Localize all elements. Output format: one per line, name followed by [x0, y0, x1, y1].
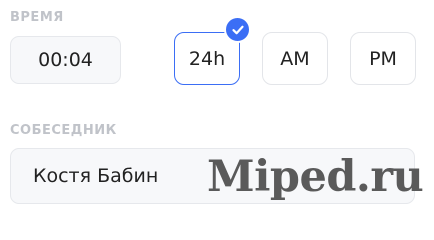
- format-pm-button[interactable]: PM: [350, 32, 416, 85]
- time-and-partner-form: ВРЕМЯ 00:04 24h AM PM СОБЕСЕДНИК Костя Б…: [0, 0, 434, 214]
- format-am-button[interactable]: AM: [262, 32, 328, 85]
- time-input[interactable]: 00:04: [10, 36, 121, 84]
- watermark-logo: Miped.ru: [207, 152, 424, 202]
- checkmark-icon: [224, 16, 251, 43]
- partner-section-label: СОБЕСЕДНИК: [10, 123, 117, 138]
- time-section-label: ВРЕМЯ: [10, 10, 64, 25]
